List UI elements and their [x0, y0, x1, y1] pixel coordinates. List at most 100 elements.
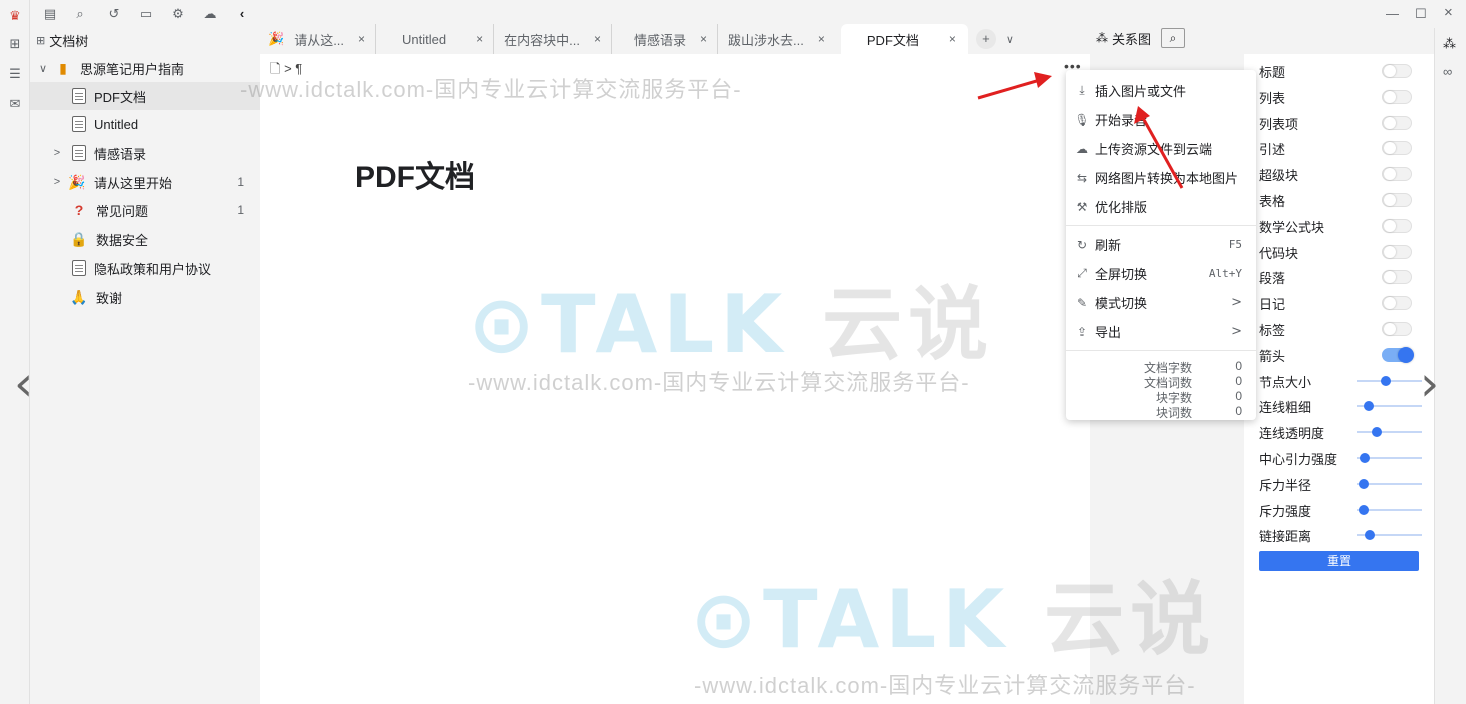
close-icon[interactable]: × [476, 32, 483, 46]
slider-knob[interactable] [1364, 401, 1374, 411]
tree-item-emotion[interactable]: > 情感语录 [30, 139, 260, 167]
menu-start-recording[interactable]: 🎙 开始录音 [1066, 105, 1256, 134]
minimize-button[interactable]: — [1386, 6, 1399, 21]
close-icon[interactable]: × [949, 32, 956, 46]
doc-tree-icon: ⊞ [36, 35, 46, 47]
menu-insert-file[interactable]: ⤓ 插入图片或文件 [1066, 76, 1256, 105]
stat-row: 块词数 0 [1066, 404, 1242, 420]
add-tab-button[interactable]: + [975, 29, 996, 49]
chevron-right-icon: > [1231, 295, 1242, 310]
tree-item-notebook[interactable]: ∨ ▮ 思源笔记用户指南 [30, 54, 260, 82]
slider-track[interactable] [1357, 453, 1422, 463]
transform-icon: ⇆ [1076, 170, 1088, 185]
slider-track[interactable] [1357, 530, 1422, 540]
graph-search-button[interactable]: ⌕ [1161, 28, 1186, 48]
slider-knob[interactable] [1360, 453, 1370, 463]
menu-net-to-local[interactable]: ⇆ 网络图片转换为本地图片 [1066, 163, 1256, 192]
close-icon[interactable]: × [358, 32, 365, 46]
slider-knob[interactable] [1359, 479, 1369, 489]
chevron-right-icon[interactable]: > [50, 176, 64, 188]
tree-item-security[interactable]: 🔒 数据安全 [30, 225, 260, 253]
toggle-switch[interactable] [1382, 141, 1412, 155]
toggle-switch[interactable] [1382, 193, 1412, 207]
menu-divider [1066, 225, 1256, 226]
slider-knob[interactable] [1372, 427, 1382, 437]
toggle-label: 数学公式块 [1259, 219, 1325, 235]
tab-label: 跋山涉水去... [728, 32, 804, 48]
toggle-switch[interactable] [1382, 90, 1412, 104]
stat-label: 块词数 [1155, 406, 1192, 420]
doc-tree-icon[interactable]: ⊞ [7, 36, 23, 52]
menu-fullscreen[interactable]: ⤢ 全屏切换 Alt+Y [1066, 259, 1256, 288]
toggle-switch[interactable] [1382, 245, 1412, 259]
toggle-switch[interactable] [1382, 347, 1414, 363]
tree-item-untitled[interactable]: Untitled [30, 110, 260, 138]
tab-start-here[interactable]: 请从这... × [286, 24, 377, 54]
menu-export[interactable]: ⇪ 导出 > [1066, 317, 1256, 346]
maximize-button[interactable]: ☐ [1415, 6, 1427, 22]
toggle-switch[interactable] [1382, 64, 1412, 78]
slider-track[interactable] [1357, 427, 1422, 437]
close-window-button[interactable]: × [1444, 4, 1453, 21]
inbox-icon[interactable]: ✉ [7, 96, 23, 112]
menu-upload-cloud[interactable]: ☁ 上传资源文件到云端 [1066, 134, 1256, 163]
slider-track[interactable] [1357, 376, 1422, 386]
close-icon[interactable]: × [594, 32, 601, 46]
slider-track[interactable] [1357, 401, 1422, 411]
slider-knob[interactable] [1381, 376, 1391, 386]
chevron-right-icon[interactable]: > [50, 147, 64, 159]
graph-icon[interactable]: ⁂ [1443, 36, 1456, 52]
next-arrow-icon[interactable]: › [1420, 360, 1439, 408]
tree-item-thanks[interactable]: 🙏 致谢 [30, 283, 260, 311]
slider-knob[interactable] [1365, 530, 1375, 540]
toggle-switch[interactable] [1382, 322, 1412, 336]
toggle-switch[interactable] [1382, 270, 1412, 284]
slider-row: 链接距离 [1259, 524, 1424, 546]
slider-track[interactable] [1357, 479, 1422, 489]
toggle-switch[interactable] [1382, 116, 1412, 130]
toggle-row: 引述 [1259, 137, 1424, 159]
record-icon[interactable]: ▭ [138, 6, 154, 22]
breadcrumb[interactable]: 🗋 > ¶ [270, 60, 302, 82]
tab-travel[interactable]: 跋山涉水去... × [718, 24, 835, 54]
history-icon[interactable]: ↺ [106, 6, 122, 22]
chevron-down-icon[interactable]: ∨ [1006, 33, 1014, 46]
close-icon[interactable]: × [700, 32, 707, 46]
tab-content-block[interactable]: 在内容块中... × [494, 24, 612, 54]
menu-refresh[interactable]: ↻ 刷新 F5 [1066, 230, 1256, 259]
outline-icon[interactable]: ☰ [7, 66, 23, 82]
cloud-icon[interactable]: ☁ [202, 6, 218, 22]
prev-arrow-icon[interactable]: ‹ [14, 360, 33, 408]
collapse-left-icon[interactable]: ‹ [234, 6, 250, 22]
slider-track[interactable] [1357, 505, 1422, 515]
toggle-switch[interactable] [1382, 296, 1412, 310]
tab-pdf[interactable]: PDF文档 × [840, 24, 968, 54]
toggle-switch[interactable] [1382, 167, 1412, 181]
slider-knob[interactable] [1359, 505, 1369, 515]
crown-icon[interactable]: ♛ [7, 8, 23, 24]
menu-optimize-layout[interactable]: ⚒ 优化排版 [1066, 192, 1256, 221]
tree-item-privacy[interactable]: 隐私政策和用户协议 [30, 254, 260, 282]
close-icon[interactable]: × [818, 32, 825, 46]
toggle-switch[interactable] [1382, 219, 1412, 233]
tab-emotion[interactable]: 情感语录 × [612, 24, 719, 54]
tab-untitled[interactable]: Untitled × [376, 24, 495, 54]
global-graph-icon[interactable]: ∞ [1443, 64, 1452, 79]
menu-mode-switch[interactable]: ✎ 模式切换 > [1066, 288, 1256, 317]
search-icon[interactable]: ⌕ [72, 6, 88, 22]
chevron-down-icon[interactable]: ∨ [36, 62, 50, 75]
cloud-icon: ☁ [1076, 141, 1088, 156]
page-title[interactable]: PDF文档 [355, 152, 475, 196]
graph-title[interactable]: 关系图 [1112, 29, 1151, 48]
calendar-icon[interactable]: ▤ [42, 6, 58, 22]
editor[interactable]: 🗋 > ¶ PDF文档 ••• [260, 54, 1090, 704]
tree-item-start-here[interactable]: > 🎉 请从这里开始 1 [30, 168, 260, 196]
slider-label: 节点大小 [1259, 374, 1312, 390]
reset-button[interactable]: 重置 [1259, 551, 1419, 571]
stat-value: 0 [1235, 404, 1242, 418]
gear-icon[interactable]: ⚙ [170, 6, 186, 22]
toggle-row: 日记 [1259, 292, 1424, 314]
tree-item-pdf[interactable]: PDF文档 [30, 82, 260, 110]
toggle-row: 列表项 [1259, 112, 1424, 134]
tree-item-faq[interactable]: ? 常见问题 1 [30, 196, 260, 224]
